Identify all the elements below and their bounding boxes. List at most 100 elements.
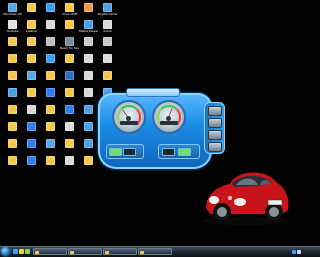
desktop-icon[interactable] [22, 37, 41, 47]
desktop-icon[interactable]: Windows Ult [3, 3, 22, 16]
desktop-icon[interactable] [98, 71, 117, 81]
desktop-icon[interactable] [3, 105, 22, 115]
desktop-icon[interactable] [22, 54, 41, 64]
side-control-button[interactable] [208, 118, 222, 128]
desktop-icon[interactable] [60, 156, 79, 166]
desktop-icon[interactable]: YouTube [3, 20, 22, 33]
desktop-app-icon [8, 105, 17, 114]
desktop-icon[interactable] [60, 122, 79, 132]
desktop-icon[interactable] [79, 37, 98, 47]
tray-volume-icon[interactable] [297, 250, 301, 254]
desktop-icon-label: Need for Speed [60, 47, 79, 50]
desktop-app-icon [27, 105, 36, 114]
desktop-icon[interactable]: Cleaner [22, 20, 41, 33]
desktop-app-icon [46, 20, 55, 29]
desktop-icon[interactable] [41, 3, 60, 13]
desktop-icon[interactable] [41, 71, 60, 81]
desktop-icon[interactable] [3, 71, 22, 81]
desktop-icon[interactable] [41, 122, 60, 132]
desktop-icon[interactable]: Media Player [79, 20, 98, 33]
desktop-icon[interactable] [22, 3, 41, 13]
desktop-app-icon [27, 88, 36, 97]
right-gauge [152, 100, 186, 134]
quick-launch-icon[interactable] [25, 249, 30, 254]
desktop-icon[interactable] [41, 54, 60, 64]
desktop-icon[interactable] [22, 139, 41, 149]
desktop-icon[interactable]: Virus stuff [60, 3, 79, 16]
desktop-app-icon [103, 20, 112, 29]
desktop-icon[interactable] [60, 88, 79, 98]
desktop-app-icon [65, 20, 74, 29]
desktop-icon[interactable] [22, 156, 41, 166]
task-app-icon [70, 250, 74, 254]
desktop-app-icon [27, 20, 36, 29]
desktop-app-icon [65, 139, 74, 148]
desktop-icon[interactable] [41, 20, 60, 30]
taskbar-button[interactable] [33, 248, 67, 255]
quick-launch-icon[interactable] [19, 249, 24, 254]
desktop-icon[interactable] [41, 105, 60, 115]
desktop-icon[interactable] [3, 122, 22, 132]
desktop-icon[interactable]: Drive [98, 20, 117, 33]
desktop-icon[interactable]: Digital Camera [98, 3, 117, 16]
desktop-app-icon [46, 71, 55, 80]
indicator-light [178, 148, 191, 156]
desktop-icon[interactable] [3, 37, 22, 47]
desktop-app-icon [84, 3, 93, 12]
desktop-icon[interactable] [60, 139, 79, 149]
side-control-button[interactable] [208, 106, 222, 116]
desktop-app-icon [46, 139, 55, 148]
desktop-icon[interactable] [79, 3, 98, 13]
quick-launch-icon[interactable] [13, 249, 18, 254]
desktop-app-icon [65, 3, 74, 12]
desktop-app-icon [8, 122, 17, 131]
side-control-button[interactable] [208, 130, 222, 140]
desktop-icon[interactable]: Need for Speed [60, 37, 79, 50]
right-gauge-readout [160, 121, 178, 125]
desktop-app-icon [84, 54, 93, 63]
desktop-icon[interactable] [3, 139, 22, 149]
desktop-icon[interactable] [3, 156, 22, 166]
desktop-app-icon [84, 37, 93, 46]
taskbar-button[interactable] [138, 248, 172, 255]
desktop-app-icon [27, 71, 36, 80]
tray-network-icon[interactable] [292, 250, 296, 254]
desktop-icon[interactable] [60, 105, 79, 115]
indicator-light [123, 148, 136, 156]
desktop-app-icon [46, 88, 55, 97]
desktop-icon[interactable] [22, 122, 41, 132]
desktop-icon[interactable] [3, 54, 22, 64]
desktop-icon[interactable] [79, 71, 98, 81]
desktop-icon[interactable] [60, 20, 79, 30]
desktop-icon[interactable] [98, 37, 117, 47]
desktop-app-icon [8, 20, 17, 29]
desktop-icon[interactable] [22, 71, 41, 81]
desktop-app-icon [65, 88, 74, 97]
desktop-icon[interactable] [22, 105, 41, 115]
desktop-icon[interactable] [98, 54, 117, 64]
desktop-app-icon [8, 139, 17, 148]
desktop-icon[interactable] [60, 54, 79, 64]
desktop-icon[interactable] [41, 37, 60, 47]
desktop-icon[interactable] [41, 88, 60, 98]
desktop-icon[interactable] [60, 71, 79, 81]
desktop-icon[interactable] [79, 54, 98, 64]
desktop-app-icon [8, 71, 17, 80]
start-button[interactable] [1, 247, 10, 256]
side-control-button[interactable] [208, 142, 222, 152]
desktop-app-icon [46, 105, 55, 114]
desktop-icon[interactable] [41, 156, 60, 166]
system-monitor-gadget[interactable] [92, 88, 229, 170]
desktop-app-icon [84, 20, 93, 29]
desktop-icon[interactable] [3, 88, 22, 98]
desktop-icon[interactable] [22, 88, 41, 98]
task-app-icon [105, 250, 109, 254]
taskbar-button[interactable] [103, 248, 137, 255]
indicator-light [109, 148, 122, 156]
desktop-app-icon [46, 156, 55, 165]
desktop-app-icon [27, 54, 36, 63]
desktop-app-icon [103, 3, 112, 12]
taskbar-button[interactable] [68, 248, 102, 255]
desktop-icon[interactable] [41, 139, 60, 149]
desktop-app-icon [27, 37, 36, 46]
